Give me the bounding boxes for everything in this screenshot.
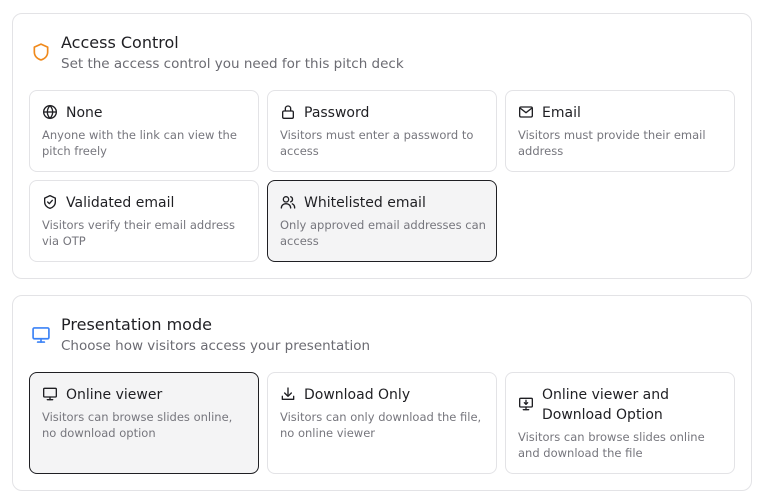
option-title: None (66, 105, 103, 121)
option-title: Download Only (304, 387, 411, 403)
access-option-validated-email[interactable]: Validated email Visitors verify their em… (29, 180, 259, 262)
option-description: Anyone with the link can view the pitch … (42, 128, 237, 158)
globe-icon (42, 104, 58, 120)
option-description: Only approved email addresses can access (280, 218, 486, 248)
option-description: Visitors verify their email address via … (42, 218, 236, 248)
access-control-subtitle: Set the access control you need for this… (61, 56, 404, 72)
access-option-whitelisted-email[interactable]: Whitelisted email Only approved email ad… (267, 180, 497, 262)
mode-option-download-only[interactable]: Download Only Visitors can only download… (267, 372, 497, 474)
access-control-title: Access Control (61, 33, 179, 52)
mode-option-online-viewer[interactable]: Online viewer Visitors can browse slides… (29, 372, 259, 474)
lock-icon (280, 104, 296, 120)
presentation-mode-subtitle: Choose how visitors access your presenta… (61, 338, 371, 354)
monitor-icon (31, 325, 51, 345)
shield-check-icon (42, 194, 58, 210)
mail-icon (518, 104, 534, 120)
users-icon (280, 194, 296, 210)
mode-option-online-and-download[interactable]: Online viewer and Download Option Visito… (505, 372, 735, 474)
option-title: Online viewer and Download Option (542, 387, 670, 423)
option-title: Online viewer (66, 387, 163, 403)
option-title: Validated email (66, 195, 175, 211)
monitor-icon (42, 386, 58, 402)
option-description: Visitors must enter a password to access (280, 128, 474, 158)
option-title: Email (542, 105, 581, 121)
access-option-password[interactable]: Password Visitors must enter a password … (267, 90, 497, 172)
access-control-section: Access Control Set the access control yo… (12, 13, 752, 279)
monitor-download-icon (518, 396, 534, 412)
access-option-email[interactable]: Email Visitors must provide their email … (505, 90, 735, 172)
download-icon (280, 386, 296, 402)
shield-icon (31, 42, 51, 62)
option-title: Password (304, 105, 370, 121)
presentation-mode-section: Presentation mode Choose how visitors ac… (12, 295, 752, 491)
option-description: Visitors can only download the file, no … (280, 410, 482, 440)
option-description: Visitors can browse slides online and do… (518, 430, 705, 460)
presentation-mode-title: Presentation mode (61, 315, 212, 334)
access-option-none[interactable]: None Anyone with the link can view the p… (29, 90, 259, 172)
option-description: Visitors must provide their email addres… (518, 128, 706, 158)
option-description: Visitors can browse slides online, no do… (42, 410, 233, 440)
option-title: Whitelisted email (304, 195, 426, 211)
